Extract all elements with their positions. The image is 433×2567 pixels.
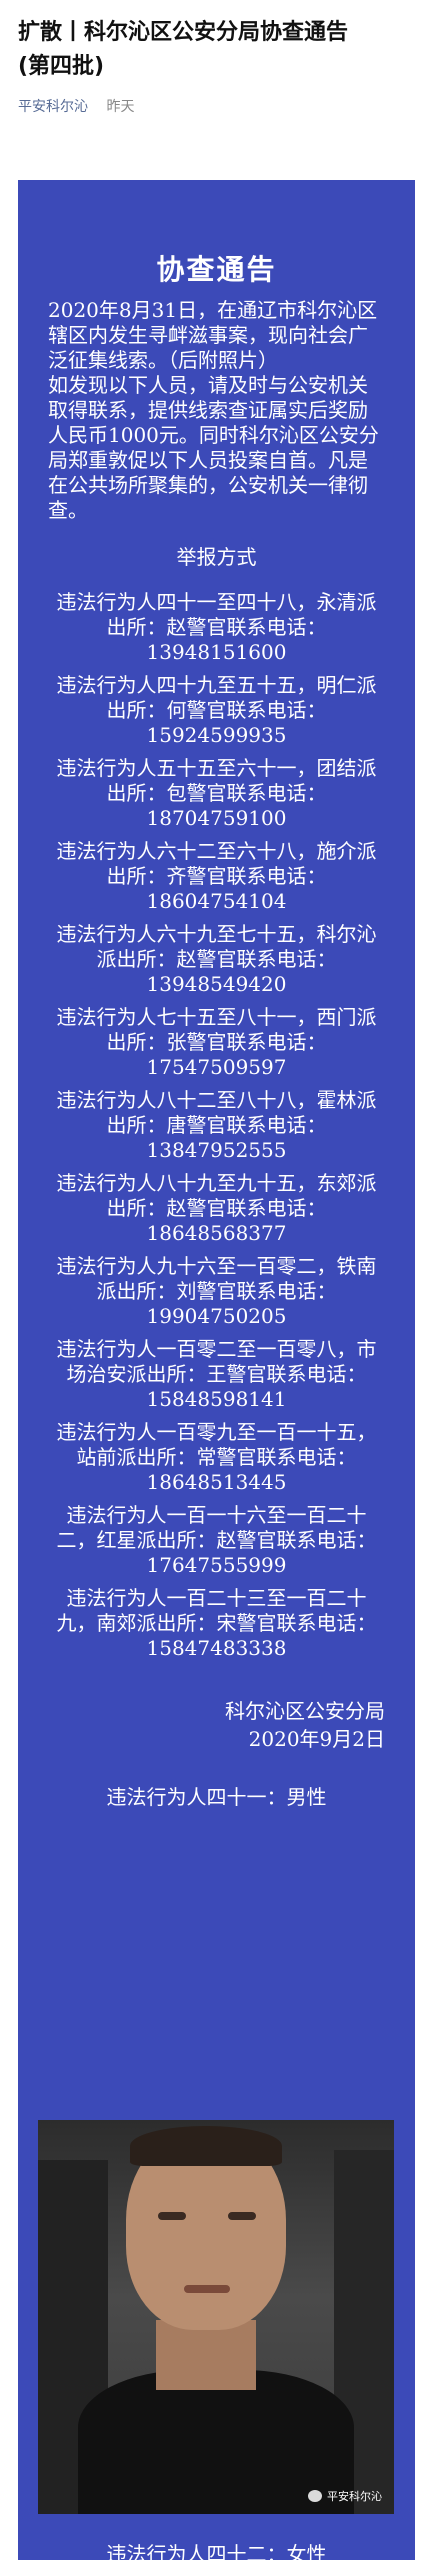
notice-heading: 协查通告 [156,253,277,286]
publish-time: 昨天 [106,99,135,115]
report-entry: 违法行为人一百零二至一百零八，市场治安派出所：王警官联系电话：158485981… [56,1337,377,1411]
report-entry: 违法行为人八十二至八十八，霍林派出所：唐警官联系电话：13847952555 [56,1088,377,1162]
signature-date: 2020年9月2日 [248,1727,385,1751]
report-entry: 违法行为人七十五至八十一，西门派出所：张警官联系电话：17547509597 [56,1005,377,1079]
notice-paragraph-1: 2020年8月31日，在通辽市科尔沁区辖区内发生寻衅滋事案，现向社会广泛征集线索… [48,298,378,372]
photo-watermark: 平安科尔沁 [308,2488,382,2504]
suspect-neck [156,2320,256,2390]
report-entry: 违法行为人四十一至四十八，永清派出所：赵警官联系电话：13948151600 [56,590,377,664]
suspect-42-label: 违法行为人四十二：女性 [106,2542,327,2566]
article-title: 扩散丨科尔沁区公安分局协查通告 (第四批) [18,16,415,84]
article-title-line2: (第四批) [18,54,105,79]
notice-paragraph-2: 如发现以下人员，请及时与公安机关取得联系，提供线索查证属实后奖励人民币1000元… [48,373,379,522]
suspect-41-label: 违法行为人四十一：男性 [106,1785,327,1809]
report-entry: 违法行为人六十九至七十五，科尔沁派出所：赵警官联系电话：13948549420 [56,922,377,996]
suspect-hair [130,2126,282,2166]
report-entry: 违法行为人一百一十六至一百二十二，红星派出所：赵警官联系电话：176475559… [56,1503,377,1577]
account-name-link[interactable]: 平安科尔沁 [18,99,88,115]
report-entry: 违法行为人六十二至六十八，施介派出所：齐警官联系电话：18604754104 [56,839,377,913]
notice-signature: 科尔沁区公安分局 2020年9月2日 [18,1697,415,1753]
article-title-line1: 扩散丨科尔沁区公安分局协查通告 [18,20,349,45]
report-entry: 违法行为人九十六至一百零二，铁南派出所：刘警官联系电话：19904750205 [56,1254,377,1328]
report-entry: 违法行为人四十九至五十五，明仁派出所：何警官联系电话：15924599935 [56,673,377,747]
report-entry: 违法行为人一百零九至一百一十五，站前派出所：常警官联系电话：1864851344… [56,1420,377,1494]
signature-org: 科尔沁区公安分局 [225,1699,385,1723]
suspect-eye [228,2212,256,2220]
watermark-text: 平安科尔沁 [327,2490,382,2503]
report-entry: 违法行为人八十九至九十五，东郊派出所：赵警官联系电话：18648568377 [56,1171,377,1245]
report-method-heading: 举报方式 [176,545,257,569]
suspect-41-photo[interactable]: 平安科尔沁 [38,2120,394,2514]
article-meta: 平安科尔沁 昨天 [18,96,415,116]
report-entry: 违法行为人一百二十三至一百二十九，南郊派出所：宋警官联系电话：158474833… [56,1586,377,1660]
notice-panel: 协查通告 2020年8月31日，在通辽市科尔沁区辖区内发生寻衅滋事案，现向社会广… [18,180,415,2566]
suspect-mouth [184,2285,230,2293]
wechat-icon [308,2490,322,2502]
article-header: 扩散丨科尔沁区公安分局协查通告 (第四批) 平安科尔沁 昨天 [0,0,433,124]
report-entry: 违法行为人五十五至六十一，团结派出所：包警官联系电话：18704759100 [56,756,377,830]
suspect-eye [158,2212,186,2220]
notice-body: 2020年8月31日，在通辽市科尔沁区辖区内发生寻衅滋事案，现向社会广泛征集线索… [18,298,415,1661]
